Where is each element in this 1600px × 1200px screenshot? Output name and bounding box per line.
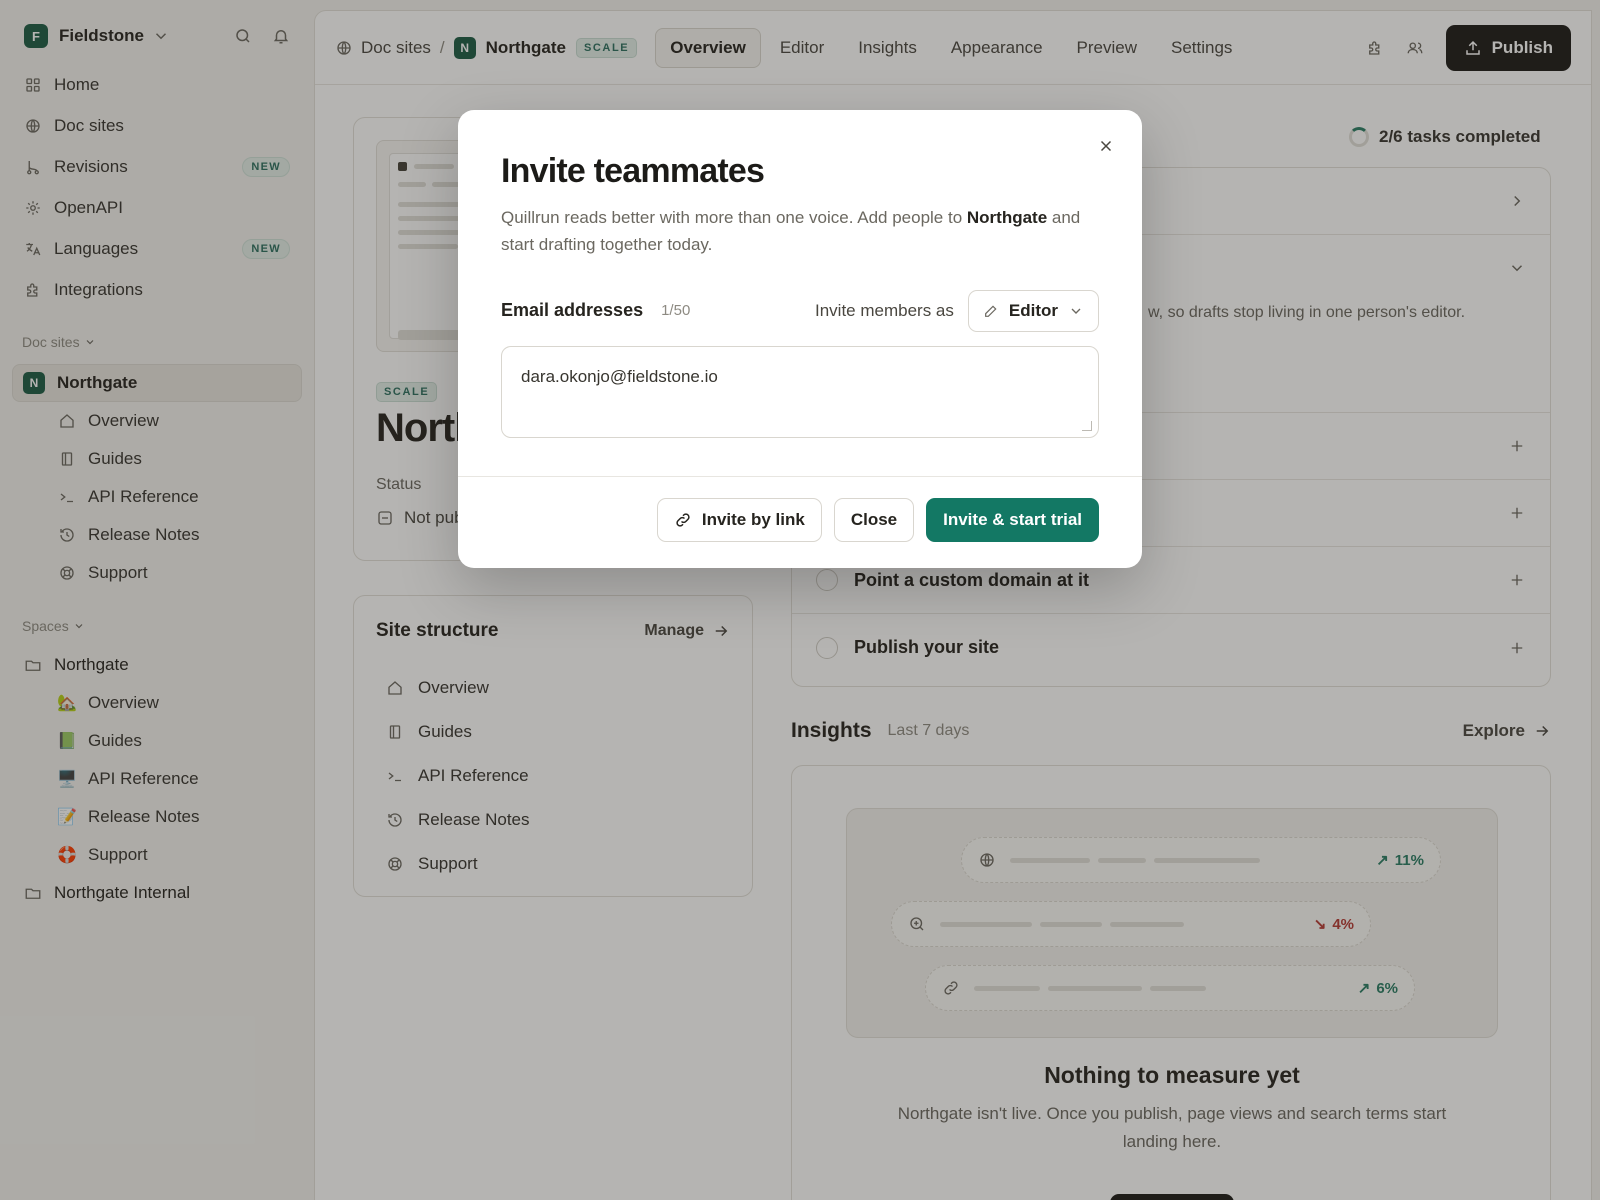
button-label: Invite by link (701, 510, 805, 529)
invite-teammates-dialog: Invite teammates Quillrun reads better w… (458, 110, 1142, 568)
email-addresses-label: Email addresses (501, 300, 644, 320)
resize-handle[interactable] (1082, 421, 1092, 431)
dialog-actions: Invite by link Close Invite & start tria… (656, 498, 1099, 542)
email-addresses-header: Email addresses 1/50 (501, 300, 690, 321)
email-count: 1/50 (661, 302, 691, 319)
role-select[interactable]: Editor (967, 290, 1099, 332)
dialog-description: Quillrun reads better with more than one… (501, 208, 1081, 254)
invite-by-link-button[interactable]: Invite by link (656, 498, 822, 542)
email-addresses-input[interactable]: dara.okonjo@fieldstone.io (501, 346, 1099, 438)
button-label: Close (850, 510, 898, 529)
close-icon[interactable] (1094, 134, 1118, 158)
link-icon (674, 511, 692, 529)
role-picker: Invite members as Editor (815, 290, 1099, 332)
role-label: Invite members as (815, 301, 954, 320)
divider (458, 476, 1142, 477)
email-value: dara.okonjo@fieldstone.io (521, 367, 718, 386)
invite-start-trial-button[interactable]: Invite & start trial (926, 498, 1099, 542)
chevron-down-icon (1068, 303, 1084, 319)
button-label: Invite & start trial (943, 510, 1082, 529)
pencil-icon (983, 303, 999, 319)
close-button[interactable]: Close (833, 498, 915, 542)
dialog-title: Invite teammates (501, 152, 765, 190)
role-value: Editor (1008, 301, 1058, 320)
